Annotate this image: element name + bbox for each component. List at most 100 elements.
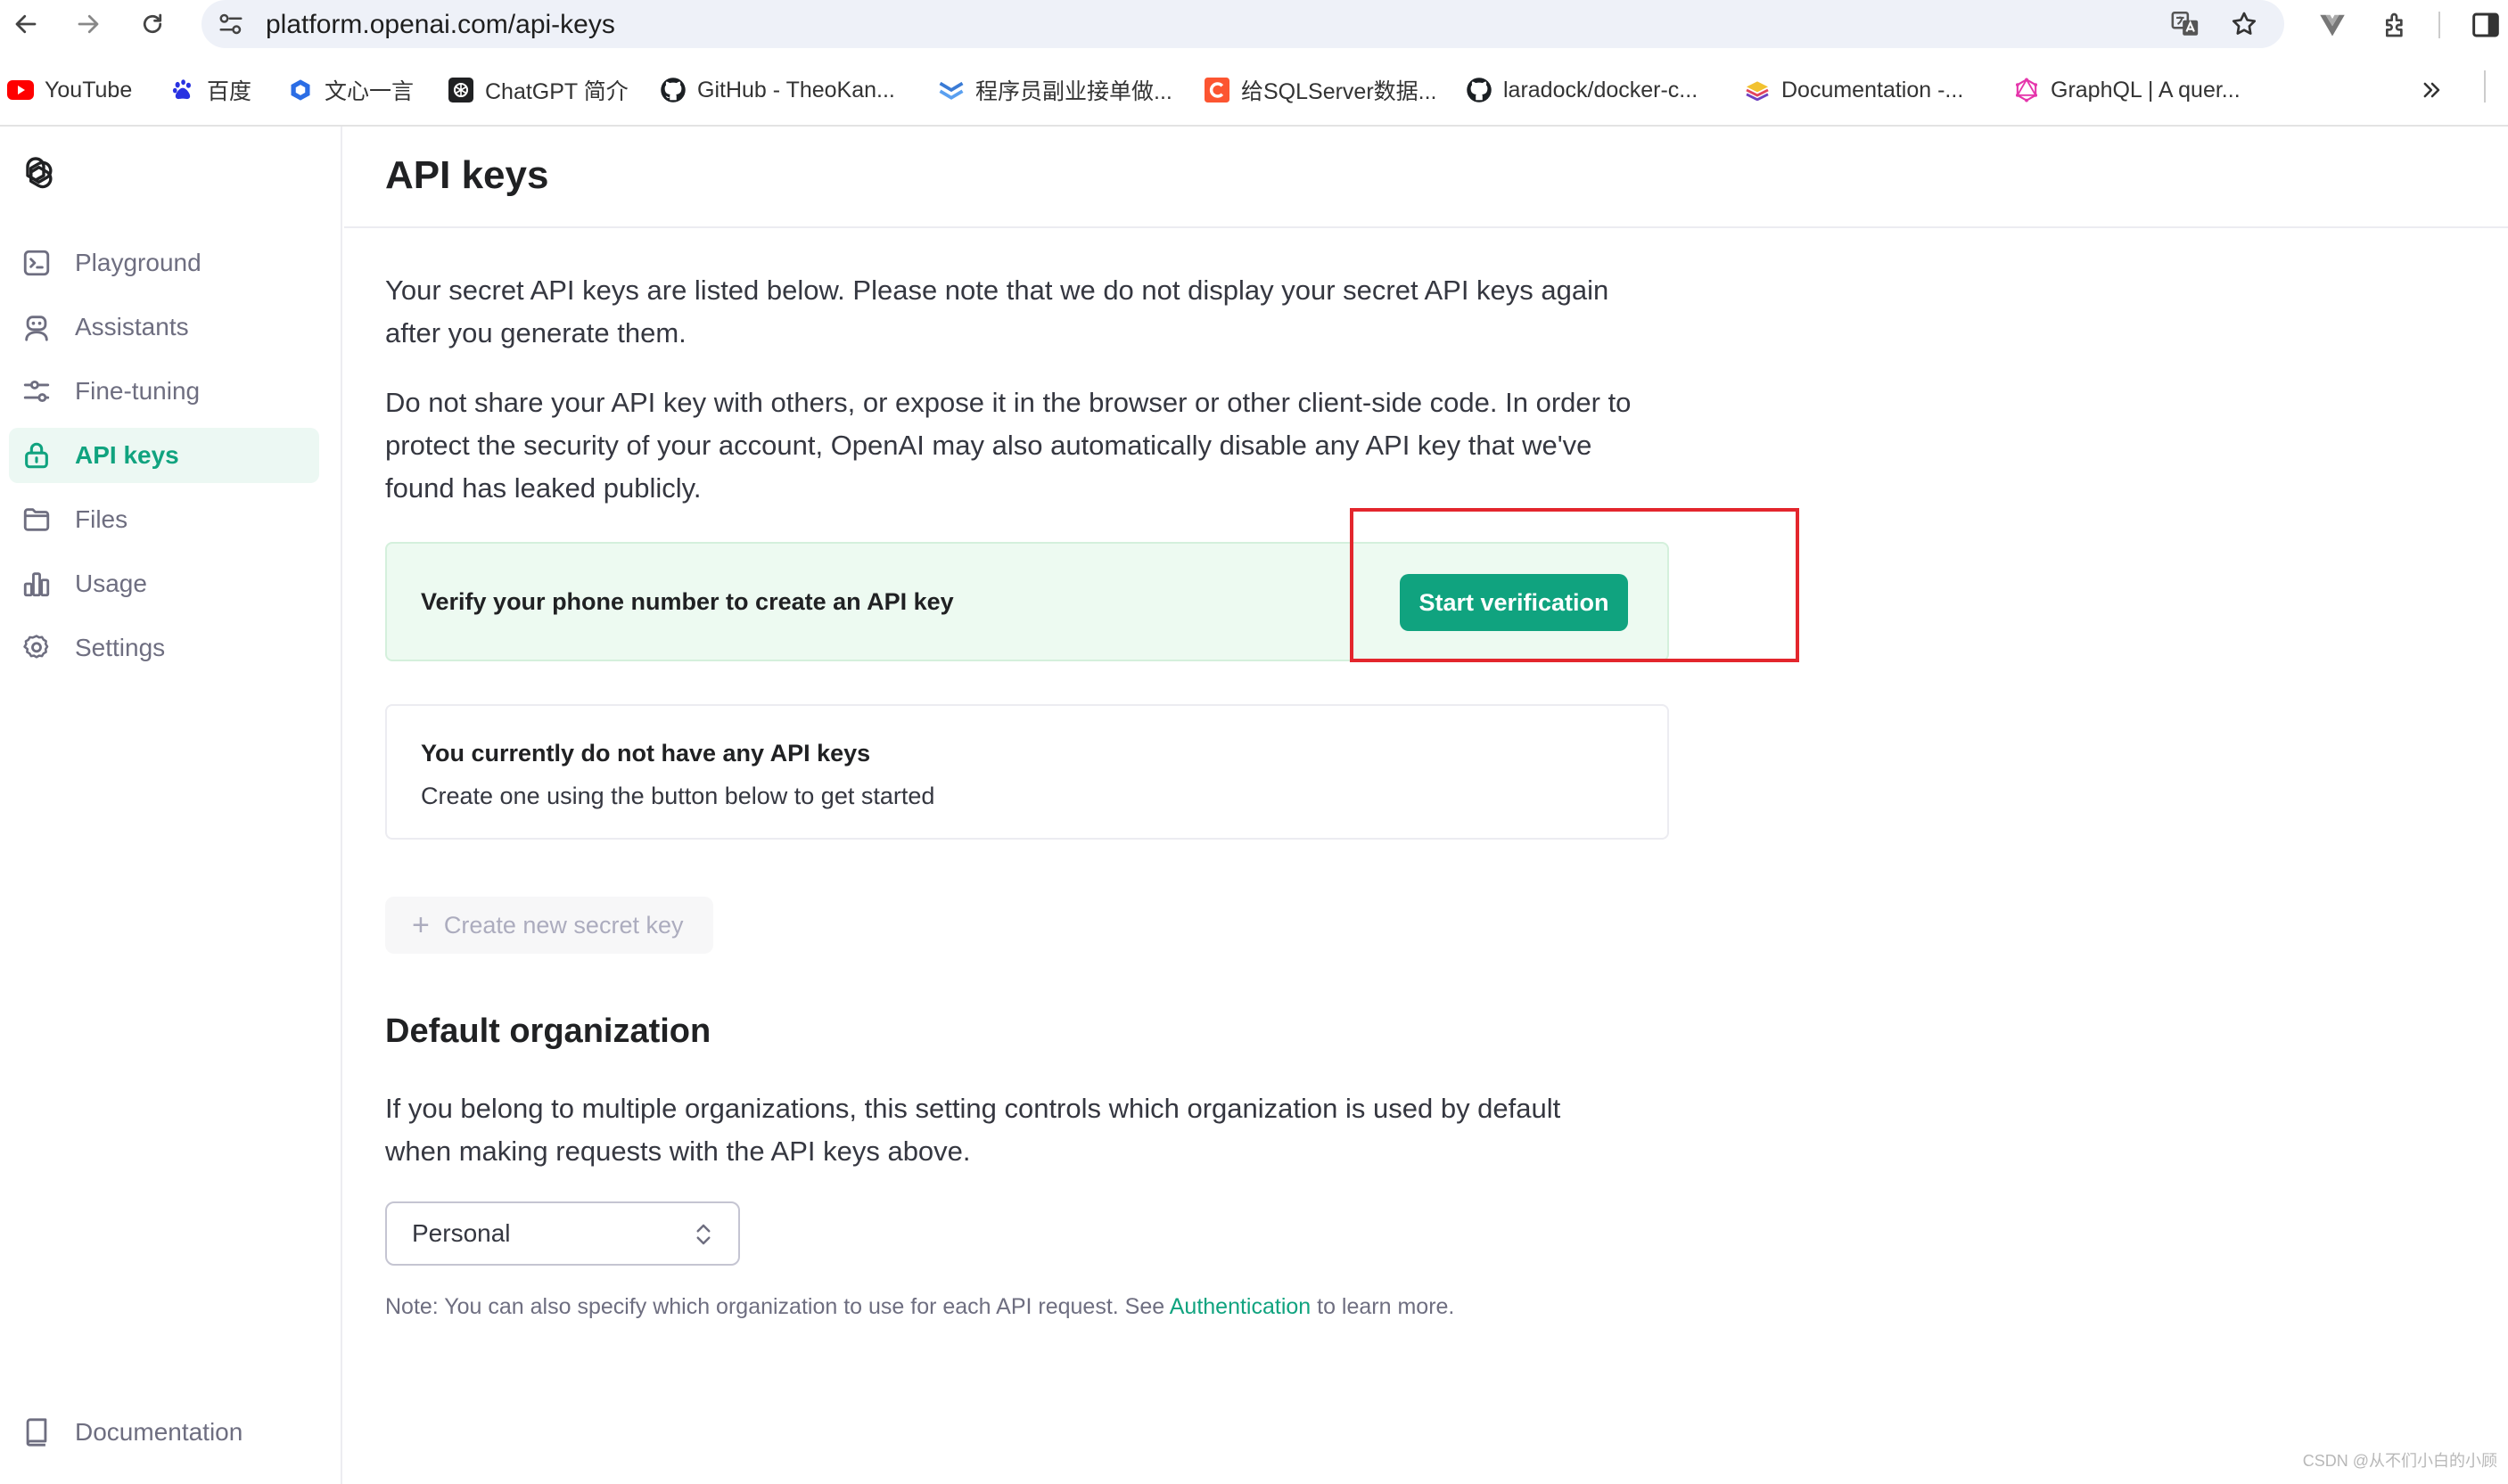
warning-paragraph: Do not share your API key with others, o… — [385, 381, 1669, 510]
book-icon — [20, 1415, 53, 1449]
bookmark-label: YouTube — [45, 77, 133, 102]
back-arrow-icon — [15, 14, 37, 34]
sidebar: Playground Assistants Fine-tuning API ke… — [0, 127, 342, 1484]
sidebar-item-fine-tuning[interactable]: Fine-tuning — [9, 364, 319, 419]
page-title: API keys — [385, 153, 549, 197]
terminal-icon — [20, 246, 53, 280]
warning-line: found has leaked publicly. — [385, 472, 702, 504]
bookmark-baidu[interactable]: 百度 — [169, 75, 251, 105]
sidebar-item-api-keys[interactable]: API keys — [9, 428, 319, 483]
description-line: If you belong to multiple organizations,… — [385, 1093, 1561, 1124]
gear-icon — [20, 631, 53, 665]
bookmark-youtube[interactable]: YouTube — [7, 75, 132, 105]
sidebar-item-label: Fine-tuning — [75, 377, 201, 405]
forward-arrow-icon — [78, 14, 99, 34]
organization-select[interactable]: Personal — [385, 1201, 740, 1266]
bookmark-label: laradock/docker-c... — [1503, 77, 1698, 102]
bookmark-label: 文心一言 — [325, 79, 415, 104]
csdn-icon — [1204, 77, 1230, 103]
star-icon[interactable] — [2227, 7, 2261, 41]
bar-chart-icon — [20, 567, 53, 601]
empty-state-title: You currently do not have any API keys — [421, 740, 871, 767]
organization-select-value: Personal — [412, 1219, 511, 1247]
verify-phone-text: Verify your phone number to create an AP… — [421, 588, 954, 615]
highlight-annotation-box — [1350, 508, 1799, 662]
graphql-icon — [2013, 77, 2040, 103]
bookmark-label: 给SQLServer数据... — [1241, 79, 1437, 104]
sidebar-item-label: Usage — [75, 570, 147, 597]
site-settings-icon[interactable] — [218, 12, 244, 41]
extensions-icon[interactable] — [2379, 7, 2414, 43]
authentication-link[interactable]: Authentication — [1170, 1294, 1311, 1319]
sidebar-item-usage[interactable]: Usage — [9, 556, 319, 611]
robot-icon — [20, 310, 53, 344]
sidebar-item-label: Settings — [75, 634, 166, 661]
chevron-up-down-icon — [692, 1221, 715, 1254]
address-bar[interactable]: platform.openai.com/api-keys — [201, 0, 2284, 48]
bookmark-label: ChatGPT 简介 — [485, 79, 629, 104]
empty-state-subtitle: Create one using the button below to get… — [421, 783, 935, 809]
url-text[interactable]: platform.openai.com/api-keys — [266, 10, 615, 40]
openai-icon — [448, 77, 474, 103]
warning-line: Do not share your API key with others, o… — [385, 387, 1632, 418]
default-organization-description: If you belong to multiple organizations,… — [385, 1087, 1669, 1173]
bookmark-laradock[interactable]: laradock/docker-c... — [1466, 75, 1698, 105]
watermark: CSDN @从不们小白的小顾 — [2302, 1452, 2497, 1470]
vue-extension-icon[interactable] — [2315, 7, 2350, 43]
bookmark-chatgpt[interactable]: ChatGPT 简介 — [448, 75, 629, 105]
toolbar-divider — [2434, 7, 2445, 43]
openai-logo-icon[interactable] — [14, 153, 57, 196]
chevron-mark-icon — [938, 77, 965, 103]
plus-icon: + — [412, 908, 430, 942]
bookmark-sqlserver[interactable]: 给SQLServer数据... — [1204, 75, 1437, 105]
note-suffix: to learn more. — [1311, 1294, 1455, 1319]
sidebar-item-playground[interactable]: Playground — [9, 235, 319, 291]
bookmark-label: GitHub - TheoKan... — [697, 77, 895, 102]
folder-icon — [20, 503, 53, 537]
github-icon — [1466, 77, 1492, 103]
github-icon — [660, 77, 687, 103]
sidebar-item-label: API keys — [75, 441, 179, 469]
forward-button[interactable] — [68, 4, 109, 45]
bookmark-label: GraphQL | A quer... — [2051, 77, 2241, 102]
bookmark-wenxin[interactable]: 文心一言 — [287, 75, 414, 105]
create-secret-key-label: Create new secret key — [443, 911, 684, 939]
reload-icon — [143, 13, 162, 34]
bookmarks-divider — [2484, 70, 2486, 102]
create-secret-key-button[interactable]: + Create new secret key — [385, 897, 713, 954]
api-keys-empty-state: You currently do not have any API keys C… — [385, 704, 1669, 840]
wenxin-icon — [287, 77, 314, 103]
sidebar-item-label: Files — [75, 505, 128, 533]
description-line: when making requests with the API keys a… — [385, 1136, 971, 1167]
bookmarks-bar: YouTube 百度 文心一言 ChatGPT 简介 GitHub - Theo… — [0, 64, 2508, 114]
translate-icon[interactable] — [2168, 7, 2202, 41]
organization-note: Note: You can also specify which organiz… — [385, 1294, 1454, 1320]
intro-line: Your secret API keys are listed below. P… — [385, 275, 1609, 306]
bookmark-github-theokan[interactable]: GitHub - TheoKan... — [660, 75, 895, 105]
bookmark-side-job[interactable]: 程序员副业接单做... — [938, 75, 1172, 105]
sidebar-item-files[interactable]: Files — [9, 492, 319, 547]
reload-button[interactable] — [132, 4, 173, 45]
more-bookmarks-button[interactable] — [2420, 75, 2445, 105]
sidebar-item-settings[interactable]: Settings — [9, 620, 319, 676]
double-chevron-right-icon — [2423, 82, 2440, 98]
main-content: API keys Your secret API keys are listed… — [344, 127, 2508, 1484]
bookmark-label: Documentation -... — [1781, 77, 1964, 102]
sidebar-item-documentation[interactable]: Documentation — [9, 1405, 319, 1460]
sidebar-item-assistants[interactable]: Assistants — [9, 299, 319, 355]
sidebar-item-label: Playground — [75, 249, 201, 276]
bookmark-label: 程序员副业接单做... — [975, 79, 1172, 104]
note-prefix: Note: You can also specify which organiz… — [385, 1294, 1170, 1319]
back-button[interactable] — [5, 4, 46, 45]
bookmark-label: 百度 — [207, 79, 252, 104]
lock-icon — [20, 439, 53, 472]
intro-paragraph: Your secret API keys are listed below. P… — [385, 269, 1669, 355]
sidebar-item-label: Assistants — [75, 313, 189, 340]
warning-line: protect the security of your account, Op… — [385, 430, 1592, 461]
bookmark-documentation[interactable]: Documentation -... — [1744, 75, 1963, 105]
side-panel-icon[interactable] — [2468, 7, 2504, 43]
default-organization-title: Default organization — [385, 1013, 711, 1050]
sidebar-item-label: Documentation — [75, 1418, 243, 1446]
bookmark-graphql[interactable]: GraphQL | A quer... — [2013, 75, 2241, 105]
youtube-icon — [7, 77, 34, 103]
